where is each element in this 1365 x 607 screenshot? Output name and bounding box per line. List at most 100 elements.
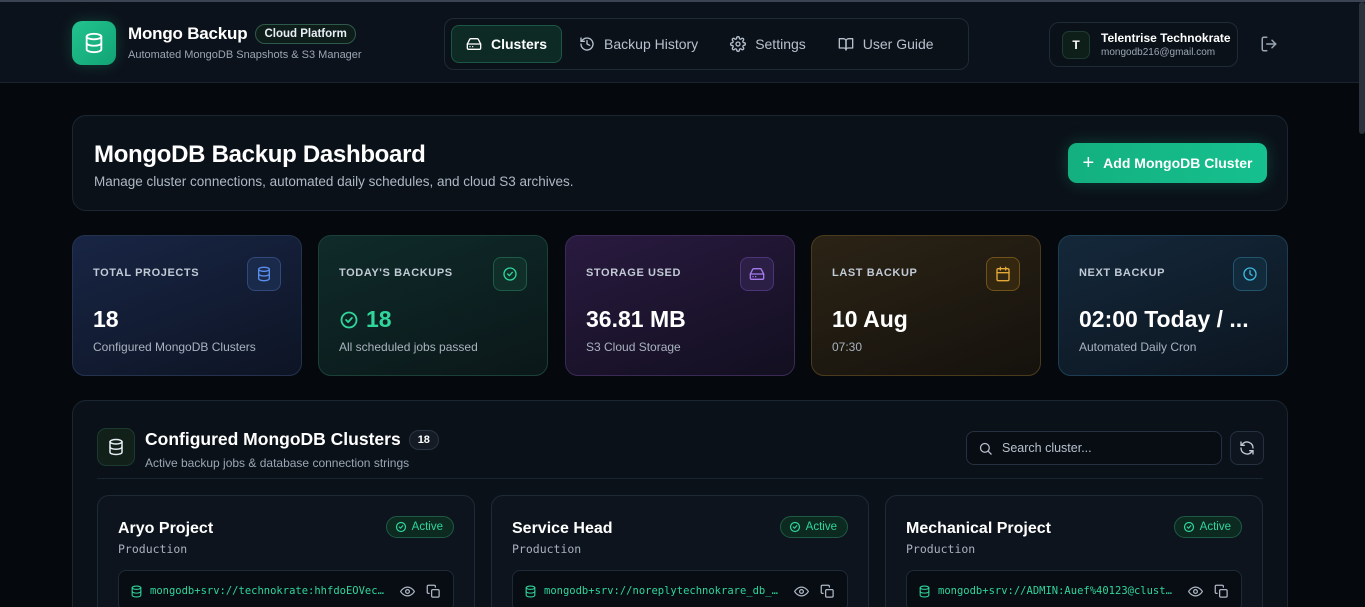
stat-value: 10 Aug: [832, 306, 908, 332]
database-icon: [72, 21, 116, 65]
nav-label: Clusters: [491, 36, 548, 52]
eye-icon[interactable]: [793, 584, 810, 604]
copy-icon[interactable]: [1214, 584, 1229, 604]
avatar: T: [1062, 30, 1090, 59]
connection-string: mongodb+srv://noreplytechnokrare_db_us…: [544, 585, 780, 597]
plus-icon: +: [1082, 152, 1095, 174]
eye-icon[interactable]: [1187, 584, 1204, 604]
brand[interactable]: Mongo Backup Cloud Platform Automated Mo…: [72, 21, 362, 65]
search-input[interactable]: [1002, 441, 1212, 455]
stat-desc: 07:30: [832, 340, 863, 354]
stat-label: STORAGE USED: [586, 267, 682, 279]
connection-string-box: mongodb+srv://technokrate:hhfdoEOVec@c…: [118, 570, 454, 607]
logout-button[interactable]: [1260, 35, 1278, 58]
check-circle-icon: [493, 257, 527, 291]
book-icon: [838, 38, 854, 51]
page-subtitle: Manage cluster connections, automated da…: [94, 174, 574, 189]
stat-desc: S3 Cloud Storage: [586, 340, 681, 354]
refresh-button[interactable]: [1230, 431, 1264, 465]
history-icon: [580, 37, 594, 51]
clusters-title: Configured MongoDB Clusters: [145, 429, 401, 449]
user-profile[interactable]: T Telentrise Technokrate mongodb216@gmai…: [1049, 22, 1238, 67]
status-badge: Active: [779, 516, 848, 538]
app-subtitle: Automated MongoDB Snapshots & S3 Manager: [128, 49, 362, 61]
database-icon: [525, 585, 536, 597]
add-cluster-label: Add MongoDB Cluster: [1103, 155, 1253, 171]
copy-icon[interactable]: [820, 584, 835, 604]
stat-card-todays-backups: TODAY'S BACKUPS 18 All scheduled jobs pa…: [318, 235, 548, 376]
database-icon: [919, 585, 930, 597]
cluster-card[interactable]: Mechanical Project Production Active mon…: [885, 495, 1263, 607]
stat-label: NEXT BACKUP: [1079, 267, 1166, 279]
calendar-icon: [986, 257, 1020, 291]
stat-value: 18: [93, 306, 119, 332]
connection-string-box: mongodb+srv://noreplytechnokrare_db_us…: [512, 570, 848, 607]
app-title: Mongo Backup: [128, 24, 248, 43]
status-badge: Active: [385, 516, 454, 538]
status-label: Active: [411, 521, 443, 533]
nav-settings[interactable]: Settings: [715, 25, 821, 63]
cluster-name: Mechanical Project: [906, 520, 1051, 537]
user-email: mongodb216@gmail.com: [1101, 47, 1216, 58]
refresh-icon: [1240, 441, 1254, 455]
gear-icon: [730, 36, 747, 52]
nav-label: User Guide: [862, 36, 934, 52]
database-icon: [247, 257, 281, 291]
database-icon: [97, 428, 135, 466]
stat-desc: Automated Daily Cron: [1079, 340, 1197, 354]
top-bar: Mongo Backup Cloud Platform Automated Mo…: [0, 0, 1365, 83]
nav-user-guide[interactable]: User Guide: [823, 25, 949, 63]
check-circle-icon: [789, 521, 800, 533]
connection-string-box: mongodb+srv://ADMIN:Auef%40123@cluster…: [906, 570, 1242, 607]
status-label: Active: [1199, 521, 1231, 533]
check-circle-icon: [340, 311, 358, 328]
stat-label: TODAY'S BACKUPS: [339, 267, 453, 279]
cluster-env: Production: [118, 542, 188, 556]
status-label: Active: [805, 521, 837, 533]
main-nav: Clusters Backup History Settings User Gu…: [444, 18, 969, 70]
cluster-card[interactable]: Service Head Production Active mongodb+s…: [491, 495, 869, 607]
stat-label: TOTAL PROJECTS: [93, 267, 200, 279]
nav-backup-history[interactable]: Backup History: [564, 25, 713, 63]
database-icon: [131, 585, 142, 597]
cluster-name: Service Head: [512, 520, 613, 537]
cluster-env: Production: [512, 542, 582, 556]
page-scrollbar[interactable]: [1359, 2, 1365, 134]
stat-desc: All scheduled jobs passed: [339, 340, 478, 354]
stat-label: LAST BACKUP: [832, 267, 918, 279]
hard-drive-icon: [740, 257, 774, 291]
divider: [97, 478, 1263, 479]
stat-card-last-backup: LAST BACKUP 10 Aug 07:30: [811, 235, 1041, 376]
search-icon: [979, 442, 992, 455]
nav-label: Backup History: [604, 36, 699, 52]
nav-clusters[interactable]: Clusters: [451, 25, 563, 63]
clock-icon: [1233, 257, 1267, 291]
stat-value: 18: [366, 306, 392, 332]
check-circle-icon: [1183, 521, 1194, 533]
stat-card-total-projects: TOTAL PROJECTS 18 Configured MongoDB Clu…: [72, 235, 302, 376]
stat-desc: Configured MongoDB Clusters: [93, 340, 256, 354]
stat-value: 36.81 MB: [586, 306, 686, 332]
logout-icon: [1261, 36, 1277, 52]
hard-drive-icon: [466, 38, 482, 50]
clusters-subtitle: Active backup jobs & database connection…: [145, 456, 410, 470]
platform-badge: Cloud Platform: [255, 24, 356, 44]
stat-card-next-backup: NEXT BACKUP 02:00 Today / ... Automated …: [1058, 235, 1288, 376]
connection-string: mongodb+srv://technokrate:hhfdoEOVec@c…: [150, 585, 386, 597]
stat-value-row: 18: [339, 306, 392, 333]
cluster-card[interactable]: Aryo Project Production Active mongodb+s…: [97, 495, 475, 607]
dashboard-header: MongoDB Backup Dashboard Manage cluster …: [72, 115, 1288, 211]
stat-value: 02:00 Today / ...: [1079, 306, 1249, 332]
cluster-env: Production: [906, 542, 976, 556]
user-name: Telentrise Technokrate: [1101, 31, 1231, 45]
check-circle-icon: [395, 521, 406, 533]
search-box: [966, 431, 1222, 465]
status-badge: Active: [1173, 516, 1242, 538]
stat-card-storage-used: STORAGE USED 36.81 MB S3 Cloud Storage: [565, 235, 795, 376]
connection-string: mongodb+srv://ADMIN:Auef%40123@cluster…: [938, 585, 1174, 597]
cluster-name: Aryo Project: [118, 520, 214, 537]
add-cluster-button[interactable]: + Add MongoDB Cluster: [1068, 143, 1267, 183]
nav-label: Settings: [755, 36, 806, 52]
copy-icon[interactable]: [426, 584, 441, 604]
eye-icon[interactable]: [399, 584, 416, 604]
